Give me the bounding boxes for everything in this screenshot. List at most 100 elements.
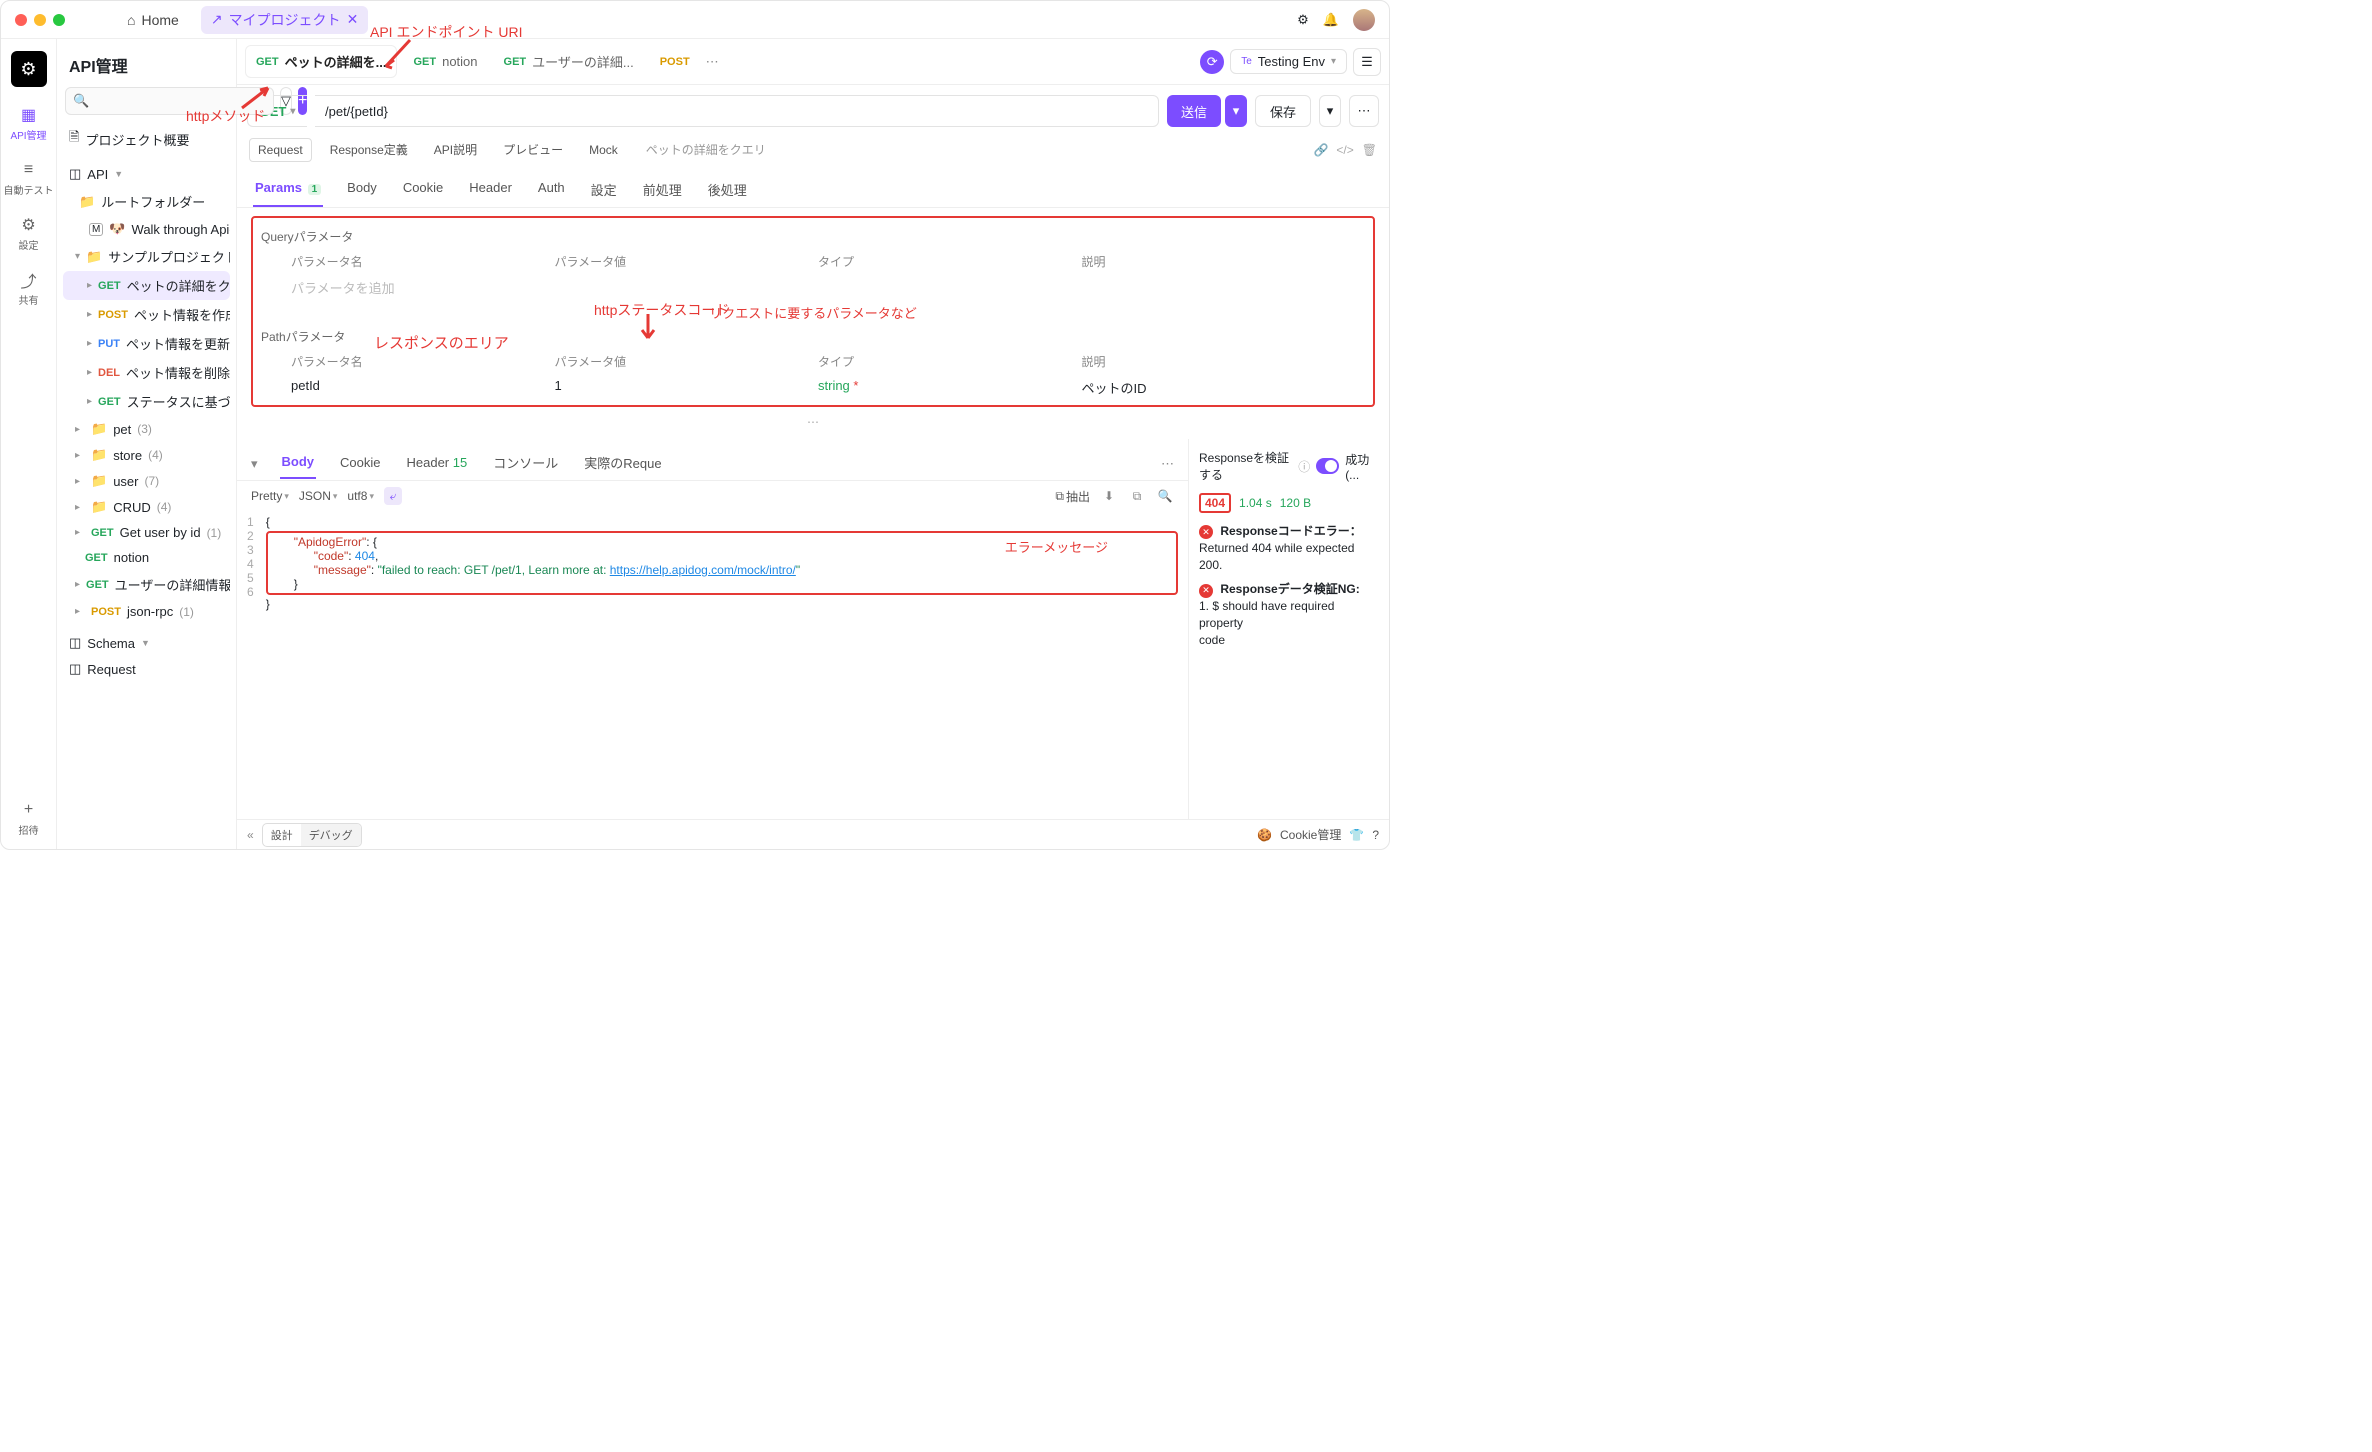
code-icon[interactable]: </> xyxy=(1336,143,1353,157)
tab-notion[interactable]: GET notion xyxy=(403,48,487,75)
tree-folder-crud[interactable]: ▸📁 CRUD (4) xyxy=(63,494,230,520)
tree-api-get-status[interactable]: ▸GET ステータスに基づい... (3) xyxy=(63,387,230,416)
api-root[interactable]: ◫ API ▼ xyxy=(63,161,230,187)
panel-toggle[interactable]: ☰ xyxy=(1353,48,1381,76)
close-icon[interactable]: ✕ xyxy=(347,11,359,28)
tree-folder-pet[interactable]: ▸📁 pet (3) xyxy=(63,416,230,442)
reqtab-pre[interactable]: 前処理 xyxy=(641,174,684,207)
tree-api-notion[interactable]: GET notion xyxy=(63,545,230,570)
subtab-preview[interactable]: プレビュー xyxy=(495,137,571,162)
tree-walkthrough[interactable]: M 🐶 Walk through Apidog xyxy=(63,216,230,242)
reqtab-cookie[interactable]: Cookie xyxy=(401,174,445,207)
collapse-handle[interactable]: ⋯ xyxy=(251,413,1375,431)
tree-api-getuser[interactable]: ▸GET Get user by id (1) xyxy=(63,520,230,545)
project-overview[interactable]: 🗎 プロジェクト概要 xyxy=(63,123,230,155)
subtab-request[interactable]: Request xyxy=(249,138,312,162)
subtab-api-desc[interactable]: API説明 xyxy=(426,137,485,162)
tree-api-del-pet[interactable]: ▸DEL ペット情報を削除す... (1) xyxy=(63,358,230,387)
tree-api-get-pet[interactable]: ▸ GET ペットの詳細をクエ... (6) xyxy=(63,271,230,300)
rail-settings[interactable]: ⚙ 設定 xyxy=(19,215,39,252)
schema-section[interactable]: ◫ Schema ▼ xyxy=(63,630,230,656)
search-input[interactable] xyxy=(65,87,274,115)
send-dropdown[interactable]: ▾ xyxy=(1225,95,1247,127)
m-icon: M xyxy=(89,223,103,236)
tree-api-jsonrpc[interactable]: ▸POST json-rpc (1) xyxy=(63,599,230,624)
gear-icon[interactable]: ⚙ xyxy=(1297,12,1309,28)
mode-debug[interactable]: デバッグ xyxy=(301,824,361,846)
query-param-add-row[interactable]: パラメータを追加 xyxy=(261,274,1365,301)
resp-tab-cookie[interactable]: Cookie xyxy=(338,449,382,478)
format-json[interactable]: JSON ▾ xyxy=(299,489,338,503)
refresh-button[interactable]: ⟳ xyxy=(1200,50,1224,74)
rail-share[interactable]: ⤴ 共有 xyxy=(19,270,39,307)
badge: 1 xyxy=(308,184,322,195)
tree-folder-store[interactable]: ▸📁 store (4) xyxy=(63,442,230,468)
verify-toggle[interactable] xyxy=(1316,458,1339,474)
wrap-icon[interactable]: ⤶ xyxy=(384,487,402,505)
reqtab-settings[interactable]: 設定 xyxy=(589,174,619,207)
info-icon[interactable]: ⓘ xyxy=(1298,458,1310,475)
project-tab[interactable]: ↗ マイプロジェクト ✕ xyxy=(201,6,368,34)
avatar[interactable] xyxy=(1353,9,1375,31)
link-icon[interactable]: 🔗 xyxy=(1313,143,1328,157)
home-icon: ⌂ xyxy=(127,12,135,28)
tabs-more-icon[interactable]: ⋯ xyxy=(706,54,719,70)
send-button[interactable]: 送信 xyxy=(1167,95,1221,127)
rail-invite[interactable]: + 招待 xyxy=(19,800,39,837)
tree-folder-user[interactable]: ▸📁 user (7) xyxy=(63,468,230,494)
resp-tab-body[interactable]: Body xyxy=(280,448,317,479)
reqtab-post[interactable]: 後処理 xyxy=(706,174,749,207)
mode-design[interactable]: 設計 xyxy=(263,824,301,846)
home-tab[interactable]: ⌂ Home xyxy=(127,12,179,28)
save-dropdown[interactable]: ▾ xyxy=(1319,95,1341,127)
label: notion xyxy=(114,550,149,565)
mode-segment[interactable]: 設計 デバッグ xyxy=(262,823,362,847)
cookie-icon[interactable]: 🍪 xyxy=(1257,828,1272,842)
search-icon[interactable]: 🔍 xyxy=(1156,487,1174,505)
subtab-response-def[interactable]: Response定義 xyxy=(322,137,416,162)
tree-folder-root[interactable]: 📁 ルートフォルダー xyxy=(63,187,230,216)
folder-icon: 📁 xyxy=(91,421,107,437)
window-traffic-lights[interactable] xyxy=(15,14,65,26)
reqtab-body[interactable]: Body xyxy=(345,174,379,207)
extract-button[interactable]: ⧉ 抽出 xyxy=(1055,488,1090,505)
tab-post[interactable]: POST xyxy=(650,50,700,74)
format-utf8[interactable]: utf8 ▾ xyxy=(347,489,374,503)
tree-api-put-pet[interactable]: ▸PUT ペット情報を更新す... (2) xyxy=(63,329,230,358)
method: GET xyxy=(413,56,436,68)
help-icon[interactable]: ? xyxy=(1372,828,1379,842)
env-selector[interactable]: Te Testing Env ▾ xyxy=(1230,49,1347,74)
reqtab-header[interactable]: Header xyxy=(467,174,514,207)
col-type: タイプ xyxy=(818,353,1072,370)
label: Schema xyxy=(87,636,135,651)
more-icon[interactable]: ⋯ xyxy=(1161,456,1174,472)
save-button[interactable]: 保存 xyxy=(1255,95,1311,127)
tree-api-userdetail[interactable]: ▸GET ユーザーの詳細情報 (1) xyxy=(63,570,230,599)
cookie-mgmt[interactable]: Cookie管理 xyxy=(1280,826,1341,843)
url-input[interactable]: /pet/{petId} xyxy=(315,95,1159,127)
bell-icon[interactable]: 🔔 xyxy=(1323,12,1339,28)
reqtab-auth[interactable]: Auth xyxy=(536,174,567,207)
resp-tab-actual[interactable]: 実際のReque xyxy=(582,447,663,480)
tab-pet-detail[interactable]: GET ペットの詳細を... xyxy=(245,45,397,78)
tree-api-post-pet[interactable]: ▸POST ペット情報を作成す... (1) xyxy=(63,300,230,329)
download-icon[interactable]: ⬇ xyxy=(1100,487,1118,505)
request-section[interactable]: ◫ Request xyxy=(63,656,230,682)
tree-sample-project[interactable]: ▾ 📁 サンプルプロジェクト (5) xyxy=(63,242,230,271)
resp-tab-header[interactable]: Header 15 xyxy=(405,449,470,478)
reqtab-params[interactable]: Params 1 xyxy=(253,174,323,207)
err-body: Returned 404 while expected 200. xyxy=(1199,541,1354,572)
resp-tab-console[interactable]: コンソール xyxy=(491,447,560,480)
rail-autotest[interactable]: ≡ 自動テスト xyxy=(4,160,54,197)
format-pretty[interactable]: Pretty ▾ xyxy=(251,489,289,503)
delete-icon[interactable]: 🗑 xyxy=(1362,143,1377,157)
collapse-left-icon[interactable]: « xyxy=(247,828,254,842)
copy-icon[interactable]: ⧉ xyxy=(1128,487,1146,505)
subtab-mock[interactable]: Mock xyxy=(581,139,626,161)
collapse-icon[interactable]: ▾ xyxy=(251,456,258,472)
tab-user-detail[interactable]: GET ユーザーの詳細... xyxy=(494,46,644,77)
more-button[interactable]: ⋯ xyxy=(1349,95,1379,127)
tshirt-icon[interactable]: 👕 xyxy=(1349,828,1364,842)
rail-api[interactable]: ▦ API管理 xyxy=(10,105,46,142)
path-param-row[interactable]: petId 1 string * ペットのID xyxy=(261,374,1365,401)
